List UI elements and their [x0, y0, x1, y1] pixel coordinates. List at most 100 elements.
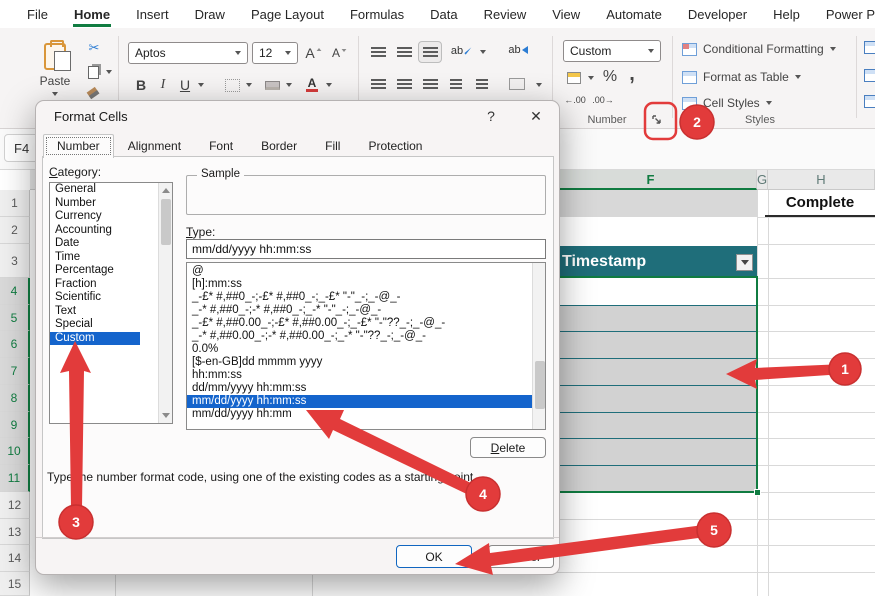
decrease-decimal-button[interactable]: .00→ [591, 92, 615, 108]
tab-protection[interactable]: Protection [354, 134, 436, 158]
menu-tab-draw[interactable]: Draw [182, 1, 238, 27]
decrease-font-size-button[interactable]: A [330, 44, 350, 62]
menu-tab-page-layout[interactable]: Page Layout [238, 1, 337, 27]
column-header-h[interactable]: H [768, 170, 875, 190]
copy-button[interactable] [86, 64, 100, 80]
format-as-table-button[interactable]: Format as Table [682, 68, 801, 86]
scrollbar-thumb[interactable] [535, 361, 545, 409]
italic-button[interactable]: I [154, 76, 172, 94]
menu-tab-home[interactable]: Home [61, 1, 123, 27]
category-item[interactable]: Number [50, 197, 172, 211]
category-item[interactable]: General [50, 183, 172, 197]
scrollbar-thumb[interactable] [161, 199, 171, 245]
menu-tab-file[interactable]: File [14, 1, 61, 27]
row-header-9[interactable]: 9 [0, 412, 30, 438]
borders-button[interactable] [222, 76, 242, 94]
menu-tab-developer[interactable]: Developer [675, 1, 760, 27]
filter-dropdown-button[interactable] [736, 254, 753, 271]
type-input[interactable]: mm/dd/yyyy hh:mm:ss [186, 239, 546, 259]
chevron-down-icon[interactable] [286, 83, 292, 87]
help-button[interactable]: ? [476, 105, 506, 127]
type-option-selected[interactable]: mm/dd/yyyy hh:mm:ss [187, 395, 533, 408]
type-option[interactable]: [h]:mm:ss [187, 278, 545, 291]
category-item[interactable]: Special [50, 318, 172, 332]
category-item-custom-selected[interactable]: Custom [50, 332, 140, 346]
percent-style-button[interactable]: % [600, 68, 620, 86]
cell-styles-button[interactable]: Cell Styles [682, 94, 772, 112]
row-header-13[interactable]: 13 [0, 519, 30, 545]
chevron-down-icon[interactable] [588, 76, 594, 80]
fill-color-button[interactable] [262, 76, 282, 94]
chevron-down-icon[interactable] [480, 50, 486, 54]
top-align-button[interactable] [368, 44, 388, 60]
insert-cells-button[interactable] [863, 40, 875, 54]
type-option[interactable]: mm/dd/yyyy hh:mm [187, 408, 545, 421]
category-item[interactable]: Time [50, 251, 172, 265]
delete-cells-button[interactable] [863, 68, 875, 82]
increase-font-size-button[interactable]: A [304, 44, 324, 62]
row-header-4[interactable]: 4 [0, 278, 30, 305]
paste-button[interactable]: Paste [30, 36, 80, 102]
menu-tab-formulas[interactable]: Formulas [337, 1, 417, 27]
type-option[interactable]: [$-en-GB]dd mmmm yyyy [187, 356, 545, 369]
increase-indent-button[interactable] [472, 76, 492, 92]
format-cells-button[interactable] [863, 94, 875, 108]
bottom-align-button[interactable] [418, 41, 442, 63]
type-option[interactable]: _-* #,##0_-;-* #,##0_-;_-* "-"_-;_-@_- [187, 304, 545, 317]
column-header-f[interactable]: F [545, 170, 757, 190]
type-option[interactable]: _-* #,##0.00_-;-* #,##0.00_-;_-* "-"??_-… [187, 330, 545, 343]
menu-tab-review[interactable]: Review [471, 1, 540, 27]
row-header-6[interactable]: 6 [0, 331, 30, 358]
cell-h1-complete[interactable]: Complete [765, 190, 875, 217]
chevron-down-icon[interactable] [106, 70, 112, 74]
type-option[interactable]: _-£* #,##0_-;-£* #,##0_-;_-£* "-"_-;_-@_… [187, 291, 545, 304]
row-header-1[interactable]: 1 [0, 190, 30, 217]
tab-alignment[interactable]: Alignment [114, 134, 195, 158]
row-header-3[interactable]: 3 [0, 244, 30, 278]
cancel-button[interactable]: Cancel [488, 545, 554, 568]
align-left-button[interactable] [368, 76, 388, 92]
cell-f1[interactable] [545, 190, 757, 217]
menu-tab-power-pivot[interactable]: Power Pivot [813, 1, 875, 27]
category-scrollbar[interactable] [158, 183, 172, 423]
align-right-button[interactable] [420, 76, 440, 92]
category-item[interactable]: Accounting [50, 224, 172, 238]
accounting-format-button[interactable] [564, 70, 584, 86]
tab-fill[interactable]: Fill [311, 134, 354, 158]
wrap-text-button[interactable]: ab [506, 40, 530, 60]
menu-tab-help[interactable]: Help [760, 1, 813, 27]
chevron-down-icon[interactable] [198, 83, 204, 87]
chevron-down-icon[interactable] [536, 83, 542, 87]
cell-f3-timestamp[interactable]: Timestamp [545, 246, 757, 278]
ok-button[interactable]: OK [396, 545, 472, 568]
align-center-button[interactable] [394, 76, 414, 92]
category-item[interactable]: Text [50, 305, 172, 319]
category-item[interactable]: Currency [50, 210, 172, 224]
menu-tab-automate[interactable]: Automate [593, 1, 675, 27]
type-option[interactable]: _-£* #,##0.00_-;-£* #,##0.00_-;_-£* "-"?… [187, 317, 545, 330]
row-header-11[interactable]: 11 [0, 465, 30, 492]
category-item[interactable]: Scientific [50, 291, 172, 305]
middle-align-button[interactable] [394, 44, 414, 60]
type-listbox[interactable]: @ [h]:mm:ss _-£* #,##0_-;-£* #,##0_-;_-£… [186, 262, 546, 430]
close-button[interactable]: ✕ [521, 105, 551, 127]
number-dialog-launcher[interactable] [652, 115, 662, 125]
row-header-7[interactable]: 7 [0, 358, 30, 385]
category-listbox[interactable]: General Number Currency Accounting Date … [49, 182, 173, 424]
row-header-15[interactable]: 15 [0, 572, 30, 596]
menu-tab-data[interactable]: Data [417, 1, 470, 27]
type-scrollbar[interactable] [532, 263, 545, 429]
decrease-indent-button[interactable] [446, 76, 466, 92]
menu-tab-view[interactable]: View [539, 1, 593, 27]
increase-decimal-button[interactable]: ←.00 [563, 92, 587, 108]
fill-handle[interactable] [754, 489, 761, 496]
bold-button[interactable]: B [132, 76, 150, 94]
comma-style-button[interactable]: , [624, 64, 640, 84]
type-option[interactable]: @ [187, 265, 545, 278]
scroll-down-icon[interactable] [160, 409, 172, 422]
cut-button[interactable]: ✂ [84, 40, 104, 56]
merge-center-button[interactable] [506, 76, 528, 92]
type-option[interactable]: hh:mm:ss [187, 369, 545, 382]
row-header-2[interactable]: 2 [0, 217, 30, 244]
font-color-button[interactable]: A [302, 76, 322, 94]
